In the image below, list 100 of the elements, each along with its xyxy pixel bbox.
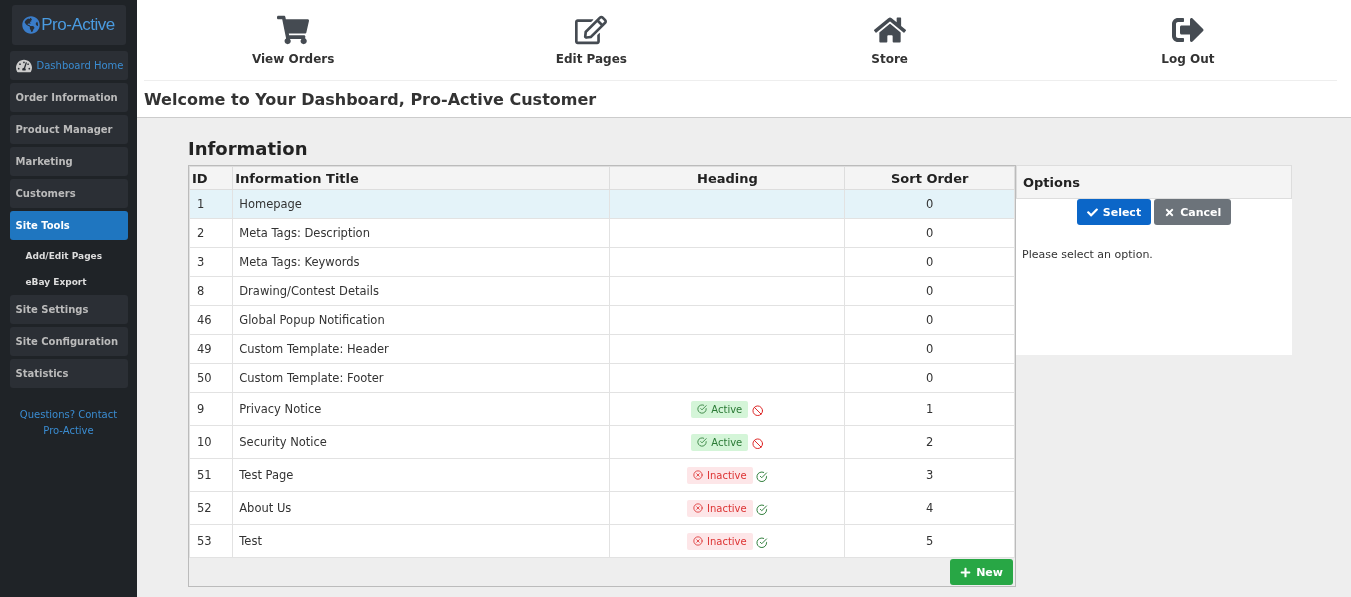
sidebar-label: Site Tools — [15, 220, 70, 231]
table-cell: 51 — [189, 458, 233, 492]
table-cell: 9 — [189, 392, 233, 426]
table-cell: 3 — [844, 458, 1015, 492]
table-cell: 3 — [189, 247, 233, 277]
sidebar-item[interactable]: Order Information — [9, 83, 128, 112]
table-row[interactable]: 10 Security Notice Active 2 — [189, 425, 1015, 459]
enable-icon[interactable] — [756, 536, 768, 549]
table-row[interactable]: 53 Test Inactive 5 — [189, 524, 1015, 558]
table-cell: 0 — [844, 218, 1015, 248]
table-row[interactable]: 51 Test Page Inactive 3 — [189, 458, 1015, 492]
table-cell: 0 — [844, 305, 1015, 335]
toolbar-link[interactable]: Edit Pages — [442, 0, 741, 80]
logo-text: Pro-Active — [41, 15, 115, 35]
table-row[interactable]: 2 Meta Tags: Description 0 — [189, 218, 1015, 248]
table-cell: 4 — [844, 491, 1015, 525]
table-cell: About Us — [232, 491, 610, 525]
table-cell: 53 — [189, 524, 233, 558]
status-badge: Active — [691, 433, 749, 451]
table-cell: 50 — [189, 363, 233, 393]
sidebar-item[interactable]: Site Settings — [9, 295, 128, 324]
sidebar-label: Dashboard Home — [36, 60, 124, 71]
plus-icon — [960, 566, 972, 578]
x-circle-icon — [692, 503, 703, 513]
toolbar-label: Edit Pages — [555, 52, 627, 66]
sidebar-item[interactable]: Customers — [9, 179, 128, 208]
table-row[interactable]: 9 Privacy Notice Active 1 — [189, 392, 1015, 426]
table-cell: Meta Tags: Keywords — [232, 247, 610, 277]
toolbar-label: Log Out — [1161, 52, 1215, 66]
status-badge: Active — [691, 400, 749, 418]
sidebar-item[interactable]: Add/Edit Pages — [9, 243, 128, 269]
check-icon — [1086, 206, 1098, 218]
logo[interactable]: Pro-Active — [11, 5, 126, 45]
table-cell: 2 — [189, 218, 233, 248]
sidebar-item[interactable]: Statistics — [9, 359, 128, 388]
table-cell: 1 — [189, 189, 233, 219]
column-header: ID — [189, 166, 233, 190]
section-title: Information — [188, 138, 309, 159]
table-row[interactable]: 52 About Us Inactive 4 — [189, 491, 1015, 525]
disable-icon[interactable] — [751, 437, 764, 450]
table-row[interactable]: 46 Global Popup Notification 0 — [189, 305, 1015, 335]
edit-icon — [575, 14, 608, 46]
status-badge: Inactive — [686, 466, 753, 484]
table-cell: Test Page — [232, 458, 610, 492]
table-cell: 0 — [844, 334, 1015, 364]
enable-icon[interactable] — [756, 470, 768, 483]
sidebar-label: Order Information — [15, 92, 118, 103]
x-circle-icon — [692, 470, 703, 480]
table-cell: Security Notice — [232, 425, 610, 459]
table-cell: 0 — [844, 189, 1015, 219]
x-circle-icon — [692, 536, 703, 546]
table-row[interactable]: 3 Meta Tags: Keywords 0 — [189, 247, 1015, 277]
table-row[interactable]: 50 Custom Template: Footer 0 — [189, 363, 1015, 393]
enable-icon[interactable] — [756, 503, 768, 516]
sidebar-label: Site Configuration — [15, 336, 119, 347]
toolbar-link[interactable]: Log Out — [1038, 0, 1337, 80]
sidebar-item[interactable]: Site Configuration — [9, 327, 128, 356]
column-header: Heading — [609, 166, 845, 190]
sidebar-item[interactable]: Product Manager — [9, 115, 128, 144]
cart-icon — [277, 14, 310, 46]
sidebar-label: Product Manager — [15, 124, 113, 135]
table-cell: Drawing/Contest Details — [232, 276, 610, 306]
table-cell: 52 — [189, 491, 233, 525]
sidebar-label: Marketing — [15, 156, 73, 167]
toolbar-link[interactable]: View Orders — [144, 0, 443, 80]
table-row[interactable]: 49 Custom Template: Header 0 — [189, 334, 1015, 364]
table-cell: Privacy Notice — [232, 392, 610, 426]
options-message: Please select an option. — [1021, 247, 1154, 263]
toolbar-link[interactable]: Store — [740, 0, 1039, 80]
table-cell: 10 — [189, 425, 233, 459]
status-badge: Inactive — [686, 532, 753, 550]
sidebar-item[interactable]: eBay Export — [9, 269, 128, 295]
check-icon — [697, 404, 708, 414]
welcome-heading: Welcome to Your Dashboard, Pro-Active Customer — [144, 88, 598, 111]
table-cell: Homepage — [232, 189, 610, 219]
disable-icon[interactable] — [751, 404, 764, 417]
sidebar-item[interactable]: Dashboard Home — [9, 51, 128, 80]
table-cell: Test — [232, 524, 610, 558]
toolbar-label: Store — [871, 52, 908, 66]
select-button[interactable]: Select — [1076, 199, 1152, 225]
table-cell: 2 — [844, 425, 1015, 459]
table-row[interactable]: 8 Drawing/Contest Details 0 — [189, 276, 1015, 306]
column-header: Sort Order — [844, 166, 1015, 190]
table-row[interactable]: 1 Homepage 0 — [189, 189, 1015, 219]
table-cell: 1 — [844, 392, 1015, 426]
table-cell: 0 — [844, 247, 1015, 277]
table-cell: Global Popup Notification — [232, 305, 610, 335]
cancel-button[interactable]: Cancel — [1154, 199, 1232, 225]
table-cell: 0 — [844, 276, 1015, 306]
close-icon — [1164, 206, 1176, 218]
table-cell: Meta Tags: Description — [232, 218, 610, 248]
sidebar-label: eBay Export — [25, 277, 87, 287]
column-header: Information Title — [232, 166, 610, 190]
sidebar-item[interactable]: Site Tools — [9, 211, 128, 240]
help-link[interactable]: Questions? Contact Pro-Active — [18, 407, 119, 439]
sidebar-item[interactable]: Marketing — [9, 147, 128, 176]
table-cell: 49 — [189, 334, 233, 364]
sidebar-label: Customers — [15, 188, 76, 199]
globe-icon — [22, 16, 41, 34]
table-cell: Custom Template: Header — [232, 334, 610, 364]
